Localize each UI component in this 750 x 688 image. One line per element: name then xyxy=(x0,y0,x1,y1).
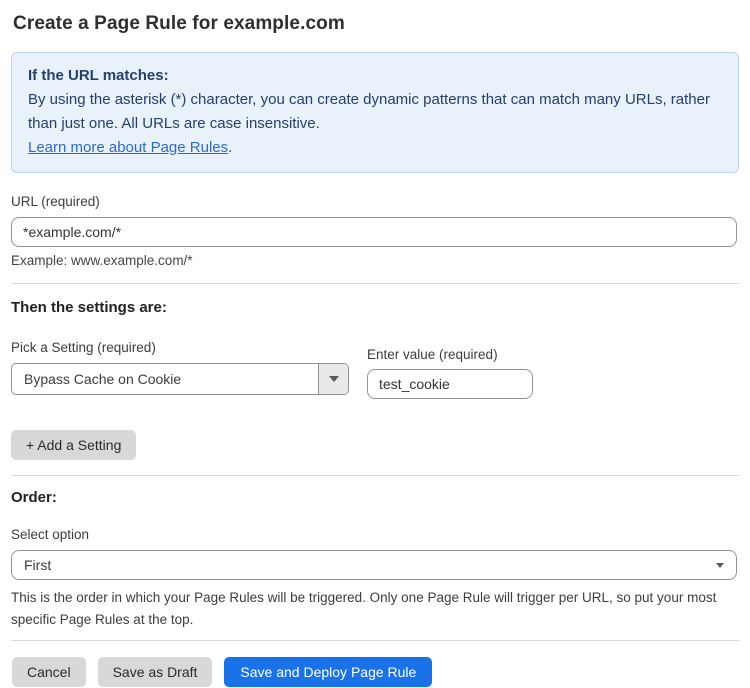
save-deploy-button[interactable]: Save and Deploy Page Rule xyxy=(224,657,432,687)
form-actions: Cancel Save as Draft Save and Deploy Pag… xyxy=(11,657,739,687)
order-select-label: Select option xyxy=(11,527,739,542)
url-field-label: URL (required) xyxy=(11,194,739,209)
create-page-rule-form: Create a Page Rule for example.com If th… xyxy=(0,13,750,687)
save-draft-button[interactable]: Save as Draft xyxy=(98,657,213,687)
learn-more-link[interactable]: Learn more about Page Rules xyxy=(28,139,228,156)
cancel-button[interactable]: Cancel xyxy=(12,657,86,687)
url-input[interactable] xyxy=(11,217,737,247)
page-title: Create a Page Rule for example.com xyxy=(11,13,739,35)
url-example-text: Example: www.example.com/* xyxy=(11,253,739,268)
divider xyxy=(11,283,739,284)
setting-select[interactable]: Bypass Cache on Cookie xyxy=(11,363,349,395)
info-box-heading: If the URL matches: xyxy=(28,64,722,88)
info-box-body: By using the asterisk (*) character, you… xyxy=(28,88,722,160)
setting-select-label: Pick a Setting (required) xyxy=(11,340,367,355)
setting-select-value: Bypass Cache on Cookie xyxy=(12,371,318,387)
setting-value-column: Enter value (required) xyxy=(367,347,533,399)
url-matches-info-box: If the URL matches: By using the asteris… xyxy=(11,52,739,173)
add-setting-button[interactable]: + Add a Setting xyxy=(11,430,136,460)
divider xyxy=(11,640,739,641)
order-section-heading: Order: xyxy=(11,489,739,506)
order-select-value: First xyxy=(24,557,51,573)
chevron-down-icon xyxy=(329,376,339,382)
setting-value-input[interactable] xyxy=(367,369,533,399)
order-select[interactable]: First xyxy=(11,550,737,580)
settings-section-heading: Then the settings are: xyxy=(11,299,739,316)
setting-select-arrow-button[interactable] xyxy=(318,364,348,394)
order-description: This is the order in which your Page Rul… xyxy=(11,587,741,631)
chevron-down-icon xyxy=(716,563,724,568)
setting-picker-column: Pick a Setting (required) Bypass Cache o… xyxy=(11,340,367,399)
divider xyxy=(11,475,739,476)
settings-row: Pick a Setting (required) Bypass Cache o… xyxy=(11,340,739,399)
value-field-label: Enter value (required) xyxy=(367,347,533,362)
link-suffix: . xyxy=(228,139,232,156)
